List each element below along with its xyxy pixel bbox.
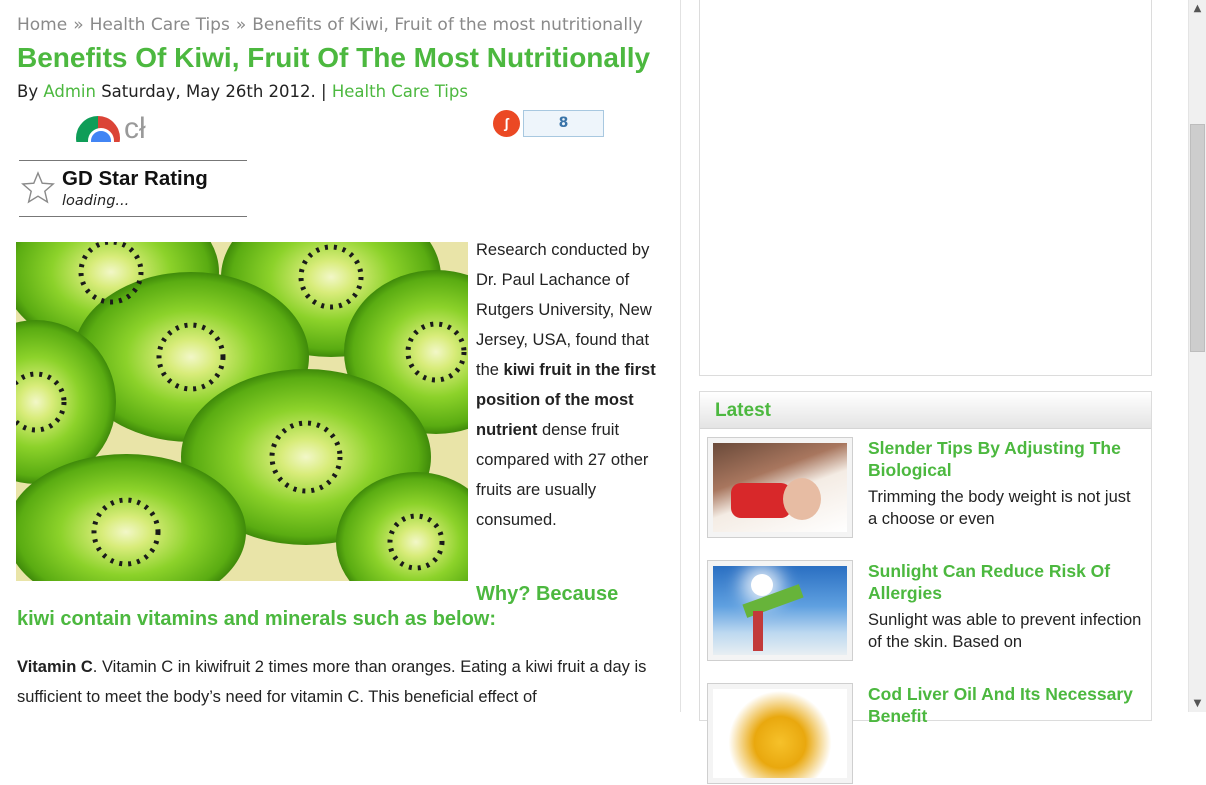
fish-oil-capsules-photo	[713, 689, 847, 778]
category-link[interactable]: Health Care Tips	[332, 82, 468, 101]
latest-post-item[interactable]: Slender Tips By Adjusting The Biological…	[707, 437, 1147, 539]
woman-in-bed-photo	[713, 443, 847, 532]
kiwi-slices-illustration	[16, 242, 468, 581]
sun-shape	[751, 574, 773, 596]
kiwi-slices-photo	[16, 242, 468, 581]
figure-shape	[753, 611, 763, 651]
sidebar-ad-box	[699, 0, 1152, 376]
breadcrumb-home-link[interactable]: Home	[17, 15, 67, 35]
author-link[interactable]: Admin	[43, 82, 96, 101]
scroll-up-arrow-icon[interactable]: ▲	[1189, 0, 1206, 17]
chrome-logo-icon	[76, 116, 120, 142]
vitamin-c-paragraph: Vitamin C. Vitamin C in kiwifruit 2 time…	[17, 652, 672, 712]
latest-heading: Latest	[700, 392, 1151, 429]
star-outline-icon[interactable]	[21, 171, 55, 205]
article-meta: By Admin Saturday, May 26th 2012. | Heal…	[17, 82, 468, 101]
breadcrumb: Home» Health Care Tips» Benefits of Kiwi, …	[17, 15, 643, 35]
subheading-line1: Why? Because	[476, 583, 619, 605]
column-divider	[680, 0, 681, 712]
main-content: Home» Health Care Tips» Benefits of Kiwi, …	[0, 0, 680, 712]
google-plus-share-widget[interactable]: cł	[76, 114, 156, 142]
subheading-line2: kiwi contain vitamins and minerals such …	[17, 608, 497, 630]
article-intro: Research conducted by Dr. Paul Lachance …	[476, 235, 672, 535]
byline-prefix: By	[17, 82, 39, 101]
intro-text: Research conducted by Dr. Paul Lachance …	[476, 241, 652, 379]
breadcrumb-separator: »	[73, 15, 84, 35]
vitamin-c-text: . Vitamin C in kiwifruit 2 times more th…	[17, 658, 647, 706]
latest-post-title[interactable]: Cod Liver Oil And Its Necessary Benefit	[868, 683, 1148, 727]
post-thumbnail[interactable]	[707, 560, 853, 661]
star-rating-widget: GD Star Rating loading...	[19, 160, 247, 217]
article-title[interactable]: Benefits Of Kiwi, Fruit Of The Most Nutr…	[17, 42, 650, 74]
vitamin-c-label: Vitamin C	[17, 658, 93, 676]
vertical-scrollbar[interactable]: ▲ ▼	[1188, 0, 1206, 712]
woman-sunlight-beach-photo	[713, 566, 847, 655]
publish-date: Saturday, May 26th 2012.	[101, 82, 316, 101]
latest-post-title[interactable]: Slender Tips By Adjusting The Biological	[868, 437, 1148, 481]
post-thumbnail[interactable]	[707, 683, 853, 784]
meta-separator: |	[321, 82, 327, 101]
scroll-down-arrow-icon[interactable]: ▼	[1189, 695, 1206, 712]
red-top-shape	[731, 483, 791, 518]
breadcrumb-current: Benefits of Kiwi, Fruit of the most nutr…	[252, 15, 643, 35]
post-thumbnail[interactable]	[707, 437, 853, 538]
face-shape	[783, 478, 821, 520]
latest-post-item[interactable]: Cod Liver Oil And Its Necessary Benefit	[707, 683, 1147, 785]
rating-title: GD Star Rating	[62, 167, 208, 190]
breadcrumb-category-link[interactable]: Health Care Tips	[90, 15, 230, 35]
latest-post-title[interactable]: Sunlight Can Reduce Risk Of Allergies	[868, 560, 1148, 604]
chrome-logo-text: cł	[124, 114, 146, 142]
latest-posts-widget: Latest Slender Tips By Adjusting The Bio…	[699, 391, 1152, 784]
latest-post-item[interactable]: Sunlight Can Reduce Risk Of Allergies Su…	[707, 560, 1147, 662]
rating-status: loading...	[62, 193, 130, 209]
stumbleupon-icon[interactable]: ʃ	[493, 110, 520, 137]
breadcrumb-separator: »	[235, 15, 247, 35]
article-subheading: Why? Because kiwi contain vitamins and m…	[17, 582, 667, 632]
latest-post-excerpt: Sunlight was able to prevent infection o…	[868, 611, 1142, 651]
latest-post-excerpt: Trimming the body weight is not just a c…	[868, 488, 1131, 528]
share-count: 8	[523, 110, 604, 137]
scroll-thumb[interactable]	[1190, 124, 1205, 352]
